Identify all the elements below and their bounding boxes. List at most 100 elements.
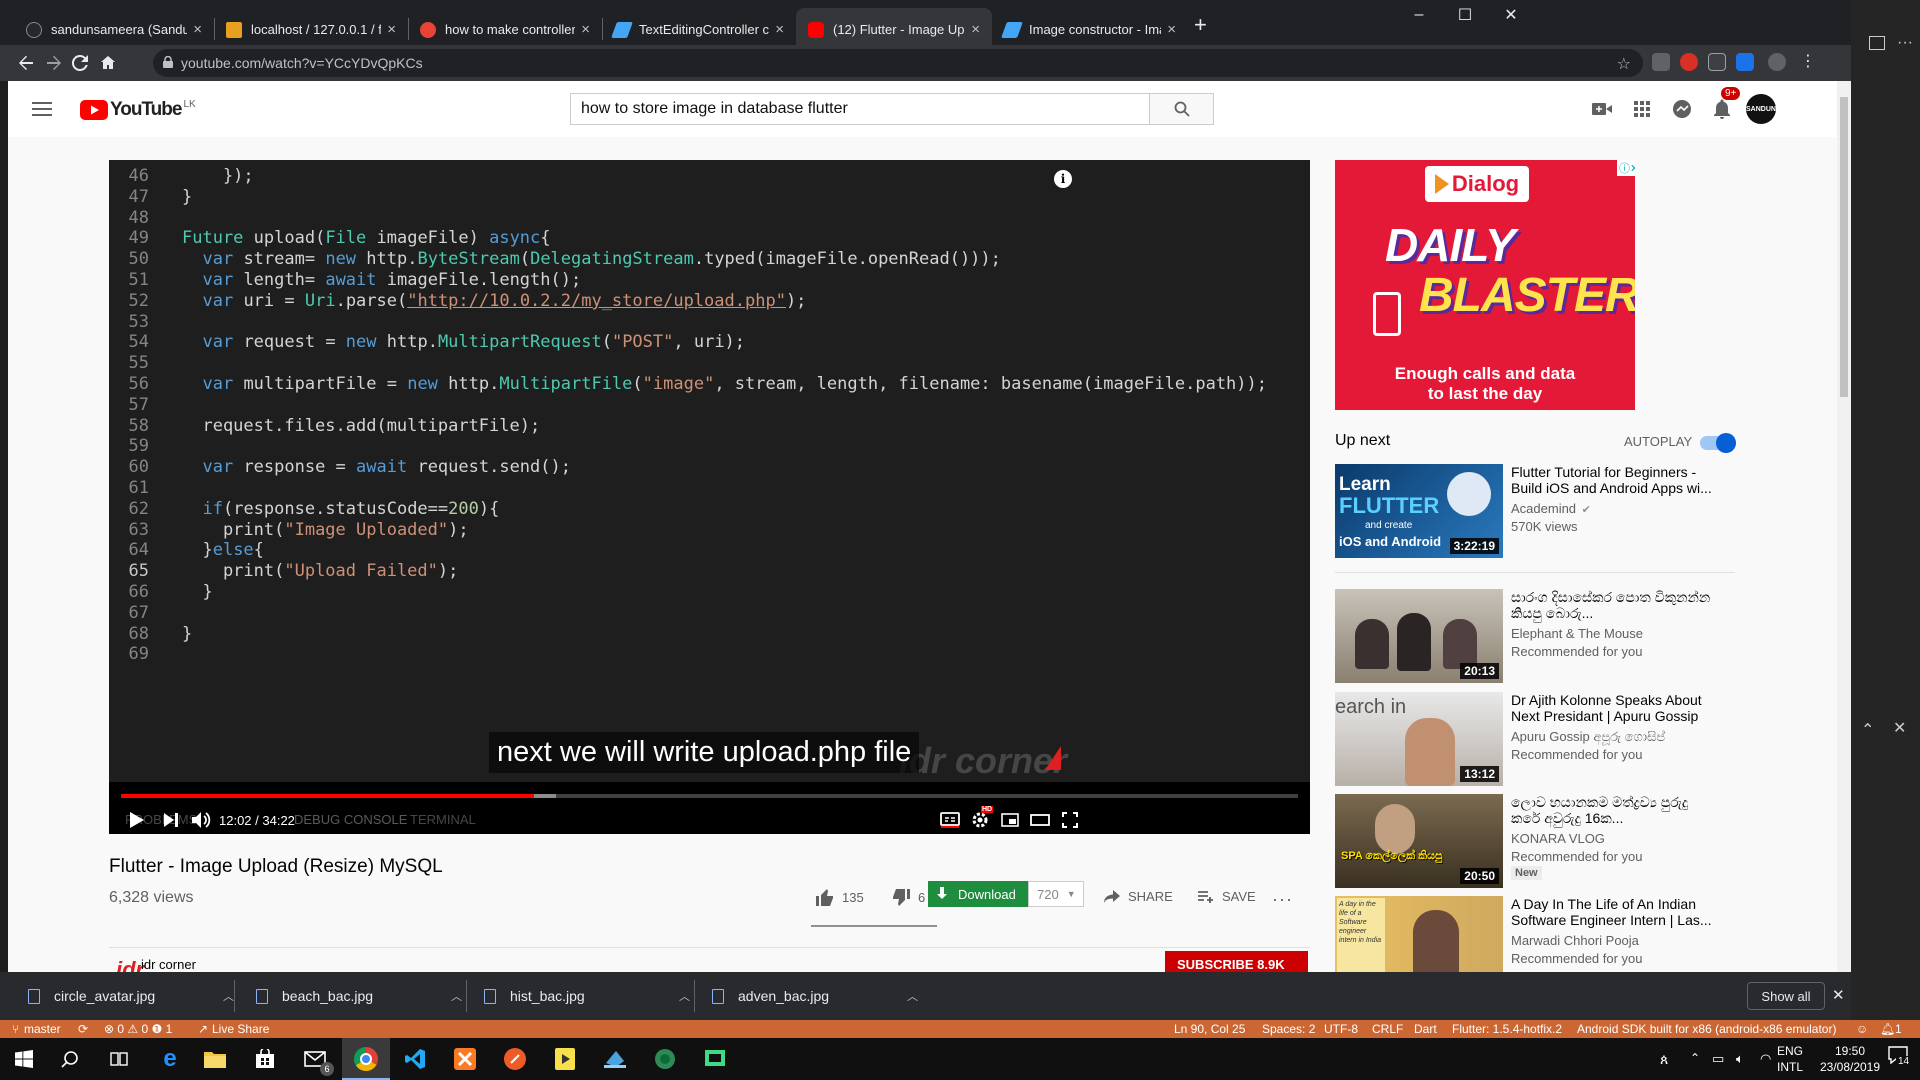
bell-icon[interactable]: 🔔︎	[1880, 1022, 1895, 1036]
task-view-icon[interactable]	[104, 1044, 134, 1074]
share-button[interactable]: SHARE	[1104, 889, 1173, 904]
target-device[interactable]: Android SDK built for x86 (android-x86 e…	[1577, 1022, 1836, 1036]
extension-icon[interactable]	[1736, 53, 1754, 71]
chevron-up-icon[interactable]: ︿	[907, 988, 918, 1004]
page-scrollbar[interactable]	[1837, 81, 1851, 972]
chevron-up-icon[interactable]: ⌃	[1861, 720, 1874, 740]
sync-icon[interactable]: ⟳	[78, 1022, 88, 1036]
info-card-icon[interactable]: i	[1054, 170, 1072, 188]
messages-icon[interactable]	[1670, 97, 1694, 121]
close-window-button[interactable]: ✕	[1488, 0, 1534, 30]
file-explorer-icon[interactable]	[200, 1044, 230, 1074]
indentation[interactable]: Spaces: 2	[1262, 1022, 1315, 1036]
profile-avatar[interactable]	[1768, 53, 1786, 71]
live-share-button[interactable]: Live Share	[212, 1022, 269, 1036]
video-thumbnail[interactable]: earch in 13:12	[1335, 692, 1503, 786]
smiley-feedback-icon[interactable]: ☺	[1856, 1022, 1868, 1036]
battery-icon[interactable]: ▭	[1712, 1051, 1724, 1067]
app-icon[interactable]	[600, 1044, 630, 1074]
video-thumbnail[interactable]: Learn FLUTTER and create iOS and Android…	[1335, 464, 1503, 558]
download-item[interactable]: beach_bac.jpg ︿	[256, 972, 476, 1020]
chevron-up-icon[interactable]: ︿	[451, 988, 462, 1004]
ad-banner[interactable]: Dialog ⓘ✕ DAILY BLASTER Enough calls and…	[1335, 160, 1635, 410]
store-icon[interactable]	[250, 1044, 280, 1074]
create-video-icon[interactable]	[1590, 97, 1614, 121]
forward-button[interactable]	[40, 49, 68, 77]
close-tab-icon[interactable]: ×	[775, 21, 784, 38]
recommendation-title[interactable]: සාරංග දිසාසේකර පොත විකුනන්න කියපු බොරු..…	[1511, 589, 1721, 621]
chevron-up-icon[interactable]: ︿	[223, 988, 234, 1004]
autoplay-toggle[interactable]	[1700, 433, 1736, 453]
hamburger-menu-icon[interactable]	[30, 97, 54, 121]
search-icon[interactable]	[55, 1044, 85, 1074]
quality-select[interactable]: 720 ▼	[1028, 881, 1084, 907]
minimize-button[interactable]: –	[1396, 0, 1442, 30]
close-panel-icon[interactable]: ✕	[1893, 718, 1906, 738]
recommendation-card[interactable]: earch in 13:12 Dr Ajith Kolonne Speaks A…	[1335, 692, 1735, 788]
tray-overflow-icon[interactable]: ⌃	[1690, 1051, 1700, 1065]
notifications-bell-icon[interactable]	[1710, 97, 1734, 121]
chrome-menu-icon[interactable]: ⋮	[1800, 51, 1816, 71]
theater-mode-button[interactable]	[1027, 808, 1053, 832]
close-tab-icon[interactable]: ×	[193, 21, 202, 38]
close-tab-icon[interactable]: ×	[1167, 21, 1176, 38]
edge-browser-icon[interactable]: e	[155, 1044, 185, 1074]
language-mode[interactable]: Dart	[1414, 1022, 1437, 1036]
recommendation-title[interactable]: Flutter Tutorial for Beginners - Build i…	[1511, 464, 1721, 496]
save-button[interactable]: SAVE	[1198, 889, 1256, 904]
video-thumbnail[interactable]: A day in the life of a Software engineer…	[1335, 896, 1503, 972]
people-icon[interactable]: ጰ	[1660, 1051, 1668, 1068]
home-button[interactable]	[94, 49, 122, 77]
video-thumbnail[interactable]: 20:13	[1335, 589, 1503, 683]
volume-button[interactable]	[189, 808, 215, 832]
play-button[interactable]	[125, 808, 149, 832]
close-downloads-icon[interactable]: ✕	[1832, 986, 1845, 1004]
emulator-icon[interactable]	[700, 1044, 730, 1074]
youtube-logo[interactable]: YouTube LK	[80, 99, 196, 121]
chevron-up-icon[interactable]: ︿	[679, 988, 690, 1004]
back-button[interactable]	[12, 49, 40, 77]
media-player-icon[interactable]	[550, 1044, 580, 1074]
more-actions-icon[interactable]: ···	[1272, 889, 1293, 910]
extension-icon[interactable]	[1652, 53, 1670, 71]
recommendation-card[interactable]: Learn FLUTTER and create iOS and Android…	[1335, 464, 1735, 560]
keyboard-language[interactable]: ENG	[1777, 1044, 1803, 1058]
recommendation-card[interactable]: A day in the life of a Software engineer…	[1335, 896, 1735, 972]
next-video-button[interactable]	[159, 808, 183, 832]
recommendation-title[interactable]: ලොව භයානකම මත්ද්‍රව්‍ය පුරුදු කරේ අවුරුද…	[1511, 794, 1721, 826]
file-encoding[interactable]: UTF-8	[1324, 1022, 1358, 1036]
captions-button[interactable]	[937, 808, 963, 832]
wifi-icon[interactable]: ◠	[1760, 1051, 1771, 1067]
split-editor-icon[interactable]	[1869, 36, 1885, 50]
video-thumbnail[interactable]: SPA කෙල්ලෙක් කියපු 20:50	[1335, 794, 1503, 888]
recommendation-title[interactable]: Dr Ajith Kolonne Speaks About Next Presi…	[1511, 692, 1721, 724]
video-progress-bar[interactable]	[121, 794, 1298, 798]
video-player[interactable]: 46 }); 47} 48 49 Future upload(File imageFil…	[109, 160, 1310, 834]
flutter-version[interactable]: Flutter: 1.5.4-hotfix.2	[1452, 1022, 1562, 1036]
download-button[interactable]: Download	[928, 881, 1028, 907]
new-tab-button[interactable]: +	[1194, 12, 1207, 38]
maximize-button[interactable]: ☐	[1442, 0, 1488, 30]
recommendation-card[interactable]: SPA කෙල්ලෙක් කියපු 20:50 ලොව භයානකම මත්ද…	[1335, 794, 1735, 890]
channel-name[interactable]: idr corner	[141, 957, 196, 972]
mail-icon[interactable]: 6	[300, 1044, 334, 1076]
download-item[interactable]: adven_bac.jpg ︿	[712, 972, 932, 1020]
git-branch[interactable]: master	[24, 1022, 61, 1036]
reload-button[interactable]	[66, 49, 94, 77]
ad-choices-icon[interactable]: ⓘ✕	[1617, 160, 1635, 176]
avatar[interactable]: SANDUN	[1746, 94, 1776, 124]
search-input[interactable]: how to store image in database flutter	[570, 93, 1150, 125]
miniplayer-button[interactable]	[997, 808, 1023, 832]
keyboard-layout[interactable]: INTL	[1777, 1060, 1803, 1074]
address-bar[interactable]: youtube.com/watch?v=YCcYDvQpKCs ☆	[153, 49, 1643, 77]
fullscreen-button[interactable]	[1057, 808, 1083, 832]
recommendation-card[interactable]: 20:13 සාරංග දිසාසේකර පොත විකුනන්න කියපු …	[1335, 589, 1735, 685]
apps-grid-icon[interactable]	[1630, 97, 1654, 121]
settings-button[interactable]: HD	[967, 806, 994, 832]
windows-start-icon[interactable]	[9, 1044, 39, 1074]
vscode-icon[interactable]	[400, 1044, 430, 1074]
close-tab-icon[interactable]: ×	[581, 21, 590, 38]
problems-indicator[interactable]: ⊗ 0 ⚠ 0 ❶ 1	[104, 1022, 172, 1036]
xampp-icon[interactable]	[450, 1044, 480, 1074]
volume-icon[interactable]: 🔈︎	[1736, 1051, 1744, 1067]
